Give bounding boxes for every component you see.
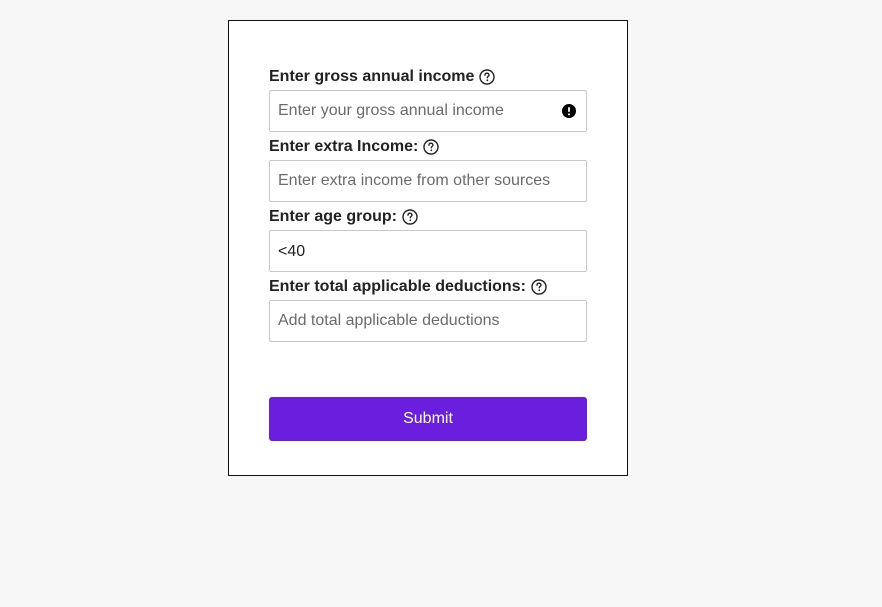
gross-income-label: Enter gross annual income: [269, 68, 475, 85]
deductions-input-wrapper: [269, 300, 587, 342]
tax-form: Enter gross annual income Enter your gro…: [269, 67, 587, 441]
gross-income-label-row: Enter gross annual income: [269, 67, 587, 87]
help-circle-icon[interactable]: [402, 209, 418, 225]
deductions-label: Enter total applicable deductions:: [269, 278, 526, 295]
gross-income-field: Enter gross annual income: [269, 67, 587, 137]
help-circle-icon[interactable]: [479, 69, 496, 85]
deductions-field: Enter total applicable deductions:: [269, 277, 587, 347]
age-group-select[interactable]: <40: [270, 231, 586, 271]
extra-income-field: Enter extra Income:: [269, 137, 587, 207]
extra-income-label-row: Enter extra Income:: [269, 137, 587, 157]
help-circle-icon[interactable]: [531, 279, 547, 295]
extra-income-input-wrapper: [269, 160, 587, 202]
deductions-input[interactable]: [270, 301, 586, 341]
tax-form-card: Enter gross annual income Enter your gro…: [228, 20, 628, 476]
extra-income-input[interactable]: [270, 161, 586, 201]
gross-income-input-wrapper: [269, 90, 587, 132]
extra-income-label: Enter extra Income:: [269, 138, 419, 155]
submit-button[interactable]: Submit: [269, 397, 587, 441]
gross-income-input[interactable]: [270, 91, 586, 131]
exclamation-circle-icon[interactable]: [562, 104, 576, 118]
age-group-field: Enter age group: <40: [269, 207, 587, 277]
age-group-select-wrapper: <40: [269, 230, 587, 272]
help-circle-icon[interactable]: [423, 139, 440, 155]
age-group-label: Enter age group:: [269, 208, 398, 225]
age-group-label-row: Enter age group:: [269, 207, 587, 227]
deductions-label-row: Enter total applicable deductions:: [269, 277, 587, 297]
